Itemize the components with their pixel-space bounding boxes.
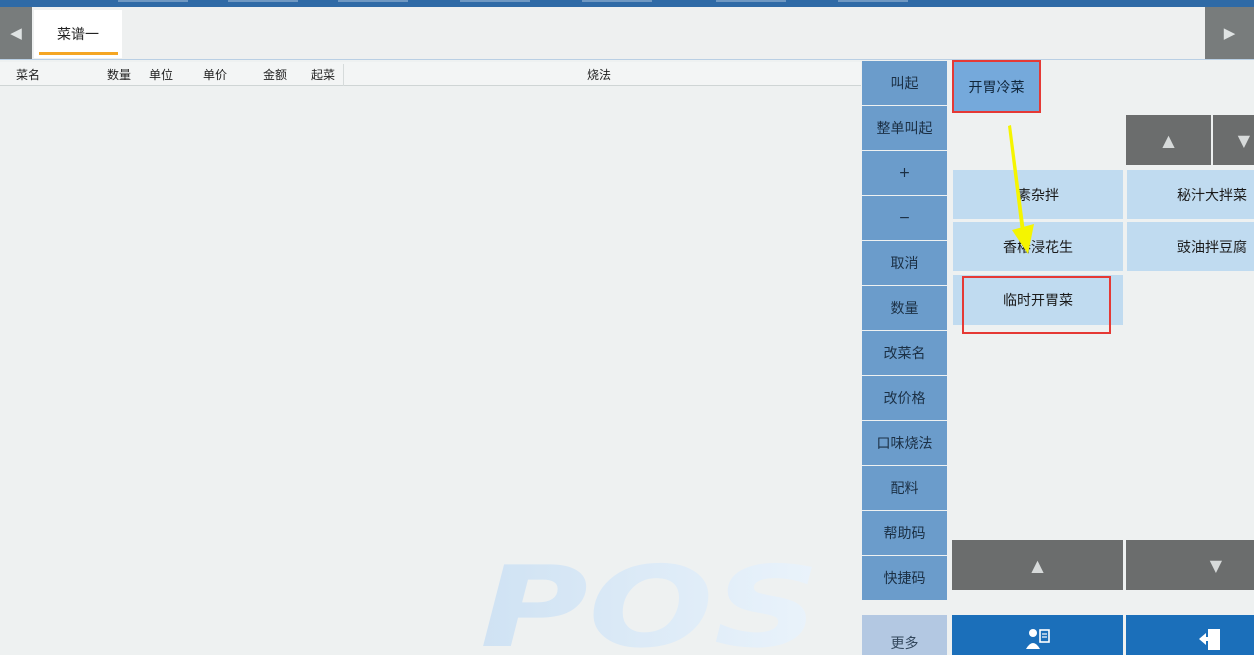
page-down-button[interactable]: ▼: [1126, 540, 1254, 590]
hold-all-button[interactable]: 整单叫起: [862, 106, 947, 150]
hold-button[interactable]: 叫起: [862, 61, 947, 105]
rename-dish-button[interactable]: 改菜名: [862, 331, 947, 375]
menu-tab-bar: [0, 7, 1254, 60]
active-tab-indicator: [39, 52, 118, 55]
button-label: 取消: [890, 256, 919, 272]
shortcut-code-button[interactable]: 快捷码: [862, 556, 947, 600]
triangle-up-icon: ▲: [1162, 130, 1175, 150]
flavor-cooking-button[interactable]: 口味烧法: [862, 421, 947, 465]
title-strip: [0, 0, 1254, 7]
increase-button[interactable]: +: [862, 151, 947, 195]
highlight-box-category: [952, 60, 1041, 113]
more-button[interactable]: 更多: [862, 615, 947, 655]
ingredients-button[interactable]: 配料: [862, 466, 947, 510]
column-header-amount: 金额: [263, 68, 288, 82]
column-header-dish-name: 菜名: [16, 68, 41, 82]
button-label: 帮助码: [883, 526, 926, 542]
column-header-unit: 单位: [149, 68, 174, 82]
triangle-down-icon: ▼: [1237, 130, 1250, 150]
pos-watermark: POS: [480, 560, 820, 650]
change-price-button[interactable]: 改价格: [862, 376, 947, 420]
dish-label: 豉油拌豆腐: [1177, 239, 1247, 256]
dish-label: 秘汁大拌菜: [1177, 187, 1247, 204]
svg-text:POS: POS: [480, 560, 820, 650]
button-label: 口味烧法: [876, 436, 933, 452]
button-label: 更多: [890, 636, 919, 652]
button-label: 改价格: [883, 391, 926, 407]
column-header-cooking-method: 烧法: [587, 68, 612, 82]
tab-scroll-left-button[interactable]: ◀: [0, 7, 32, 59]
triangle-down-icon: ▼: [1209, 555, 1222, 575]
tab-menu-1[interactable]: 菜谱一: [34, 10, 122, 58]
button-label: +: [898, 165, 911, 181]
triangle-right-icon: ▶: [1223, 24, 1236, 42]
help-code-button[interactable]: 帮助码: [862, 511, 947, 555]
tab-scroll-right-button[interactable]: ▶: [1205, 7, 1254, 59]
column-header-serve: 起菜: [311, 68, 336, 82]
dish-button[interactable]: 秘汁大拌菜: [1127, 170, 1254, 219]
annotation-arrow: [1008, 125, 1034, 254]
highlight-box-dish: [962, 276, 1111, 334]
dish-page-up-button[interactable]: ▲: [1126, 115, 1211, 165]
button-label: 整单叫起: [876, 121, 933, 137]
button-label: 数量: [890, 301, 919, 317]
exit-action-button[interactable]: [1126, 615, 1254, 655]
button-label: 叫起: [890, 76, 919, 92]
button-label: 改菜名: [883, 346, 926, 362]
person-document-icon: [1025, 629, 1050, 649]
dish-page-down-button[interactable]: ▼: [1213, 115, 1254, 165]
tab-label: 菜谱一: [57, 27, 99, 43]
button-label: 快捷码: [883, 571, 926, 587]
column-header-quantity: 数量: [107, 68, 132, 82]
cancel-button[interactable]: 取消: [862, 241, 947, 285]
button-label: 配料: [890, 481, 919, 497]
exit-door-icon: [1199, 629, 1220, 650]
column-divider: [343, 64, 344, 86]
column-header-unit-price: 单价: [203, 68, 228, 82]
page-up-button[interactable]: ▲: [952, 540, 1123, 590]
triangle-up-icon: ▲: [1031, 555, 1044, 575]
button-label: −: [898, 210, 911, 226]
customer-action-button[interactable]: [952, 615, 1123, 655]
triangle-left-icon: ◀: [10, 24, 22, 42]
decrease-button[interactable]: −: [862, 196, 947, 240]
dish-button[interactable]: 豉油拌豆腐: [1127, 222, 1254, 271]
quantity-button[interactable]: 数量: [862, 286, 947, 330]
